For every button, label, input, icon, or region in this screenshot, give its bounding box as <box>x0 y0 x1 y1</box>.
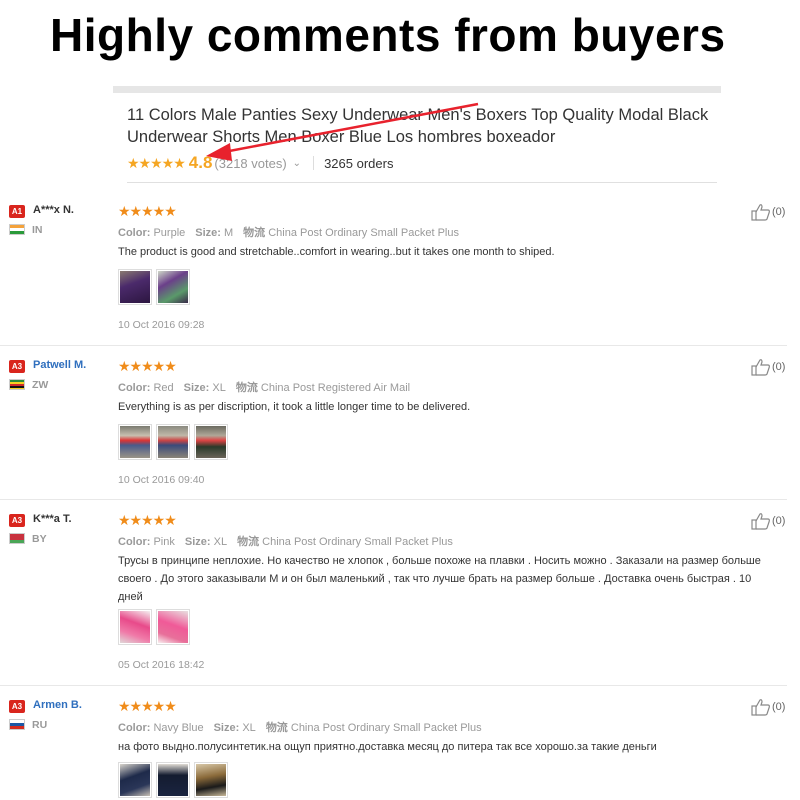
like-button[interactable]: (0) <box>751 203 785 221</box>
thumbs-up-icon <box>751 513 770 530</box>
reviewer-name: K***a T. <box>33 513 72 525</box>
review-meta: Color: Pink Size: XL 物流 China Post Ordinar… <box>118 533 453 549</box>
review-photo[interactable] <box>156 424 190 460</box>
reviewer-country: RU <box>32 719 48 731</box>
color-label: Color: <box>118 227 151 239</box>
rating-stars-icon: ★★★★★ <box>127 154 186 171</box>
reviewer-name: A***x N. <box>33 204 74 216</box>
size-label: Size: <box>184 536 211 548</box>
top-divider <box>113 86 721 93</box>
review-divider <box>0 345 787 346</box>
like-button[interactable]: (0) <box>751 512 785 530</box>
review-photos <box>118 424 228 460</box>
size-value: XL <box>213 536 228 548</box>
size-value: XL <box>212 382 226 394</box>
review-photo[interactable] <box>118 269 152 305</box>
buyer-level-badge: A3 <box>9 360 25 373</box>
color-value: Purple <box>153 227 186 239</box>
flag-belarus-icon <box>9 533 25 544</box>
orders-count: 3265 orders <box>324 155 394 171</box>
review-photos <box>118 609 190 645</box>
separator <box>313 156 315 170</box>
like-count: (0) <box>772 361 786 373</box>
reviewer-country: IN <box>32 224 43 236</box>
review-photo[interactable] <box>156 609 190 645</box>
review-stars-icon: ★★★★★ <box>118 512 177 528</box>
product-summary: 11 Colors Male Panties Sexy Underwear Me… <box>113 86 721 184</box>
review-text: Трусы в принципе неплохие. Но качество н… <box>118 555 761 603</box>
flag-russia-icon <box>9 719 25 730</box>
shipping-value: China Post Registered Air Mail <box>260 382 411 394</box>
review-stars-icon: ★★★★★ <box>118 698 177 714</box>
shipping-value: China Post Ordinary Small Packet Plus <box>262 536 453 548</box>
review-photo[interactable] <box>118 424 152 460</box>
color-value: Pink <box>153 536 175 548</box>
votes-count[interactable]: (3218 votes) <box>214 156 286 171</box>
banner-title: Highly comments from buyers <box>50 9 726 61</box>
size-value: XL <box>242 722 256 734</box>
rating-value: 4.8 <box>188 153 213 172</box>
color-value: Navy Blue <box>153 722 204 734</box>
review-photos <box>118 269 190 305</box>
reviewer-name[interactable]: Patwell M. <box>33 359 86 371</box>
shipping-label: 物流 <box>265 722 288 734</box>
shipping-label: 物流 <box>235 382 258 394</box>
review-date: 10 Oct 2016 09:40 <box>118 474 205 486</box>
like-count: (0) <box>772 206 786 218</box>
review-photos <box>118 762 228 798</box>
color-label: Color: <box>118 536 151 548</box>
size-value: M <box>224 227 234 239</box>
thumbs-up-icon <box>751 699 770 716</box>
reviewer-name[interactable]: Armen B. <box>33 699 82 711</box>
flag-india-icon <box>9 224 25 235</box>
like-count: (0) <box>772 701 786 713</box>
review-text: The product is good and stretchable..com… <box>118 246 555 258</box>
shipping-value: China Post Ordinary Small Packet Plus <box>268 227 459 239</box>
like-count: (0) <box>772 515 786 527</box>
color-label: Color: <box>118 722 151 734</box>
chevron-down-icon[interactable]: ⌄ <box>293 158 301 169</box>
buyer-level-badge: A3 <box>9 700 25 713</box>
shipping-label: 物流 <box>243 227 266 239</box>
rating-row: ★★★★★ 4.8 (3218 votes) ⌄ 3265 orders <box>127 152 393 174</box>
thumbs-up-icon <box>751 204 770 221</box>
review-meta: Color: Navy Blue Size: XL 物流 China Post Or… <box>118 719 482 735</box>
size-label: Size: <box>183 382 210 394</box>
like-button[interactable]: (0) <box>751 358 785 376</box>
review-photo[interactable] <box>194 424 228 460</box>
shipping-label: 物流 <box>237 536 260 548</box>
review-divider <box>0 685 787 686</box>
buyer-level-badge: A1 <box>9 205 25 218</box>
review-photo[interactable] <box>156 762 190 798</box>
review-date: 10 Oct 2016 09:28 <box>118 319 205 331</box>
like-button[interactable]: (0) <box>751 698 785 716</box>
size-label: Size: <box>195 227 221 239</box>
color-value: Red <box>153 382 174 394</box>
product-divider <box>127 182 717 183</box>
review-stars-icon: ★★★★★ <box>118 358 177 374</box>
buyer-level-badge: A3 <box>9 514 25 527</box>
review-meta: Color: Purple Size: M 物流 China Post Ordina… <box>118 224 459 240</box>
review-stars-icon: ★★★★★ <box>118 203 177 219</box>
review-photo[interactable] <box>156 269 190 305</box>
thumbs-up-icon <box>751 359 770 376</box>
review-photo[interactable] <box>194 762 228 798</box>
color-label: Color: <box>118 382 151 394</box>
product-title[interactable]: 11 Colors Male Panties Sexy Underwear Me… <box>127 104 727 148</box>
review-photo[interactable] <box>118 762 152 798</box>
reviewer-country: ZW <box>32 379 49 391</box>
review-text: Everything is as per discription, it too… <box>118 401 471 413</box>
review-date: 05 Oct 2016 18:42 <box>118 659 205 671</box>
reviewer-country: BY <box>32 533 47 545</box>
review-text: на фото выдно.полусинтетик.на ощуп прият… <box>118 741 657 753</box>
flag-zimbabwe-icon <box>9 379 25 390</box>
review-meta: Color: Red Size: XL 物流 China Post Register… <box>118 379 410 395</box>
review-divider <box>0 499 787 500</box>
shipping-value: China Post Ordinary Small Packet Plus <box>290 722 482 734</box>
review-photo[interactable] <box>118 609 152 645</box>
size-label: Size: <box>213 722 240 734</box>
